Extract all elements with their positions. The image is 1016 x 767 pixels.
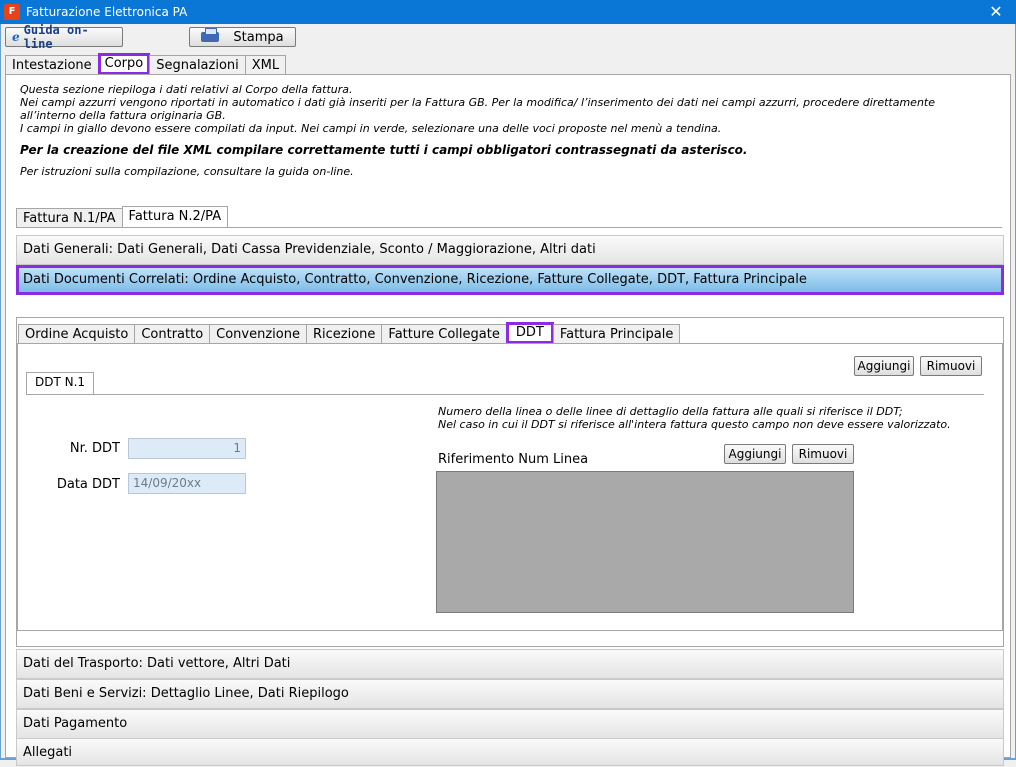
dati-documenti-body: Ordine Acquisto Contratto Convenzione Ri… [16, 317, 1004, 647]
stampa-button[interactable]: Stampa [189, 27, 296, 47]
tab-ddt[interactable]: DDT [505, 322, 554, 344]
main-tab-bar: Intestazione Corpo Segnalazioni XML [5, 53, 287, 75]
tab-intestazione[interactable]: Intestazione [5, 55, 99, 75]
info-bold: Per la creazione del file XML compilare … [20, 143, 748, 157]
divider [26, 394, 984, 395]
tab-fattura-1[interactable]: Fattura N.1/PA [16, 208, 123, 228]
info-line-3: I campi in giallo devono essere compilat… [20, 122, 722, 135]
section-dati-trasporto[interactable]: Dati del Trasporto: Dati vettore, Altri … [16, 649, 1004, 679]
section-dati-beni-servizi[interactable]: Dati Beni e Servizi: Dettaglio Linee, Da… [16, 679, 1004, 709]
data-ddt-field[interactable]: 14/09/20xx [128, 473, 246, 494]
riferimento-num-linea-label: Riferimento Num Linea [438, 452, 589, 467]
app-icon: F [4, 4, 20, 20]
section-dati-pagamento[interactable]: Dati Pagamento [16, 709, 1004, 739]
rif-note-line-2: Nel caso in cui il DDT si riferisce all'… [438, 418, 951, 431]
tab-contratto[interactable]: Contratto [134, 324, 211, 344]
info-line-1: Questa sezione riepiloga i dati relativi… [20, 83, 353, 96]
nr-ddt-field[interactable]: 1 [128, 438, 246, 459]
tab-corpo[interactable]: Corpo [97, 53, 151, 75]
main-window: e Guida on-line Stampa Intestazione Corp… [0, 23, 1016, 766]
info-line-2: Nei campi azzurri vengono riportati in a… [20, 96, 935, 122]
section-dati-documenti-correlati[interactable]: Dati Documenti Correlati: Ordine Acquist… [16, 265, 1004, 295]
doc-tab-bar: Ordine Acquisto Contratto Convenzione Ri… [18, 322, 681, 344]
nr-ddt-label: Nr. DDT [69, 441, 120, 456]
section-dati-generali[interactable]: Dati Generali: Dati Generali, Dati Cassa… [16, 235, 1004, 265]
tab-ricezione[interactable]: Ricezione [305, 324, 383, 344]
riferimento-linee-grid[interactable] [436, 471, 854, 613]
aggiungi-ddt-button[interactable]: Aggiungi [854, 356, 914, 376]
rif-note-line-1: Numero della linea o delle linee di dett… [438, 405, 903, 418]
tab-fattura-principale[interactable]: Fattura Principale [552, 324, 681, 344]
guida-online-button[interactable]: e Guida on-line [5, 23, 123, 51]
title-bar: F Fatturazione Elettronica PA ✕ [0, 0, 1016, 24]
info-text: Questa sezione riepiloga i dati relativi… [20, 83, 990, 178]
window-title: Fatturazione Elettronica PA [26, 5, 188, 19]
guida-online-label: Guida on-line [23, 23, 89, 51]
stampa-label: Stampa [233, 29, 284, 45]
fattura-tab-bar: Fattura N.1/PA Fattura N.2/PA [16, 206, 229, 228]
rimuovi-ddt-button[interactable]: Rimuovi [920, 356, 982, 376]
tab-segnalazioni[interactable]: Segnalazioni [149, 55, 246, 75]
tab-fattura-2[interactable]: Fattura N.2/PA [121, 206, 229, 228]
ddt-panel: Aggiungi Rimuovi DDT N.1 Nr. DDT 1 Data … [17, 343, 1003, 631]
tab-convenzione[interactable]: Convenzione [209, 324, 307, 344]
tab-ordine-acquisto[interactable]: Ordine Acquisto [18, 324, 136, 344]
tab-xml[interactable]: XML [244, 55, 287, 75]
printer-icon [201, 28, 220, 42]
data-ddt-label: Data DDT [56, 477, 120, 492]
tab-fatture-collegate[interactable]: Fatture Collegate [381, 324, 507, 344]
corpo-panel: Questa sezione riepiloga i dati relativi… [5, 74, 1011, 766]
ddt-tab-bar: DDT N.1 [26, 372, 95, 394]
divider [16, 227, 1002, 228]
rif-note: Numero della linea o delle linee di dett… [438, 405, 951, 431]
close-icon[interactable]: ✕ [982, 1, 1010, 23]
rimuovi-linea-button[interactable]: Rimuovi [792, 444, 854, 464]
section-allegati[interactable]: Allegati [16, 738, 1004, 766]
browser-icon: e [12, 30, 20, 44]
aggiungi-linea-button[interactable]: Aggiungi [724, 444, 786, 464]
info-last: Per istruzioni sulla compilazione, consu… [20, 165, 354, 178]
tab-ddt-1[interactable]: DDT N.1 [26, 372, 95, 394]
